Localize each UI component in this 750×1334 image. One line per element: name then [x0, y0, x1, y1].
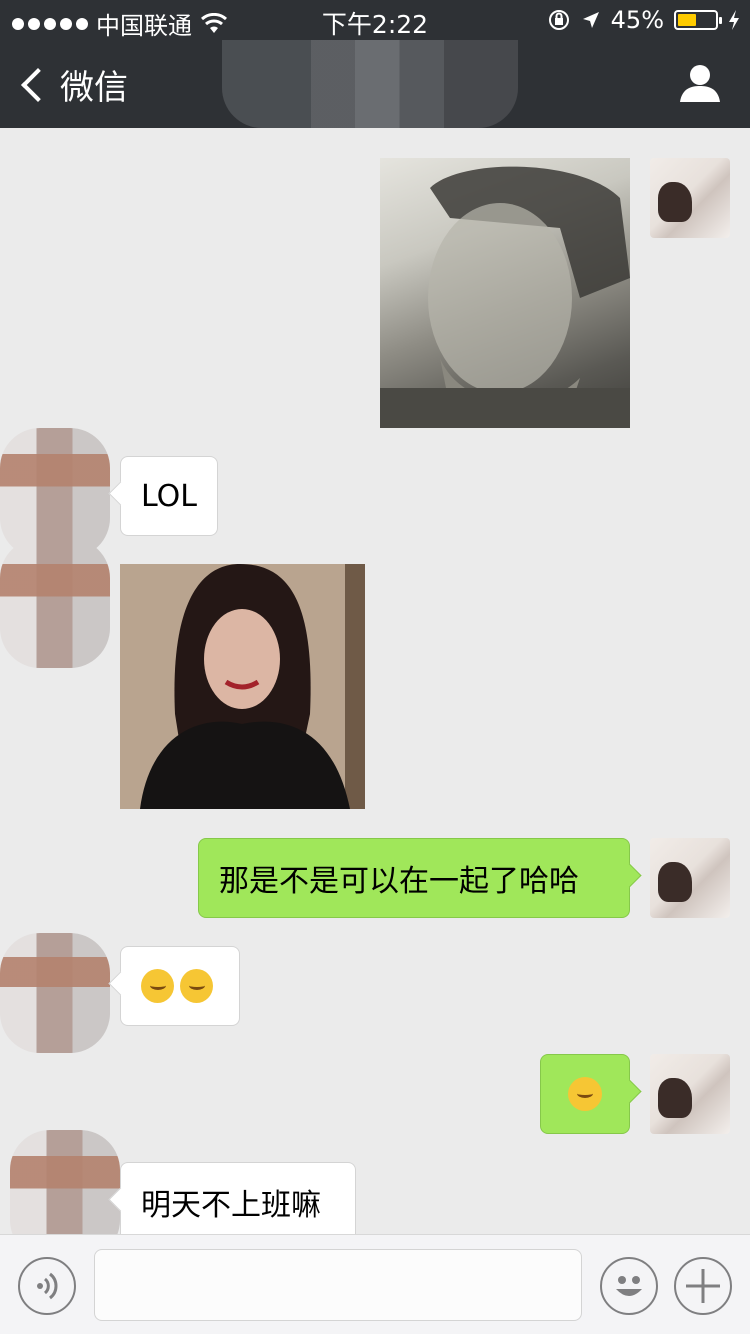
chat-profile-icon[interactable] [678, 64, 722, 104]
chat-message-list[interactable]: LOL 那是不是可以在一起了哈哈 明天不上班嘛 [0, 128, 750, 1234]
incoming-text-bubble[interactable]: LOL [120, 456, 218, 536]
navigation-bar: 微信 [0, 40, 750, 128]
contact-avatar[interactable] [0, 538, 110, 668]
thinking-face-icon [180, 969, 213, 1003]
thinking-face-icon [141, 969, 174, 1003]
charging-bolt-icon [729, 10, 739, 30]
orientation-lock-icon [548, 10, 569, 30]
message-image[interactable] [120, 564, 365, 809]
chat-input-bar [0, 1234, 750, 1334]
photo-icon [120, 564, 365, 809]
my-avatar[interactable] [650, 838, 730, 918]
chat-title-redacted [222, 40, 518, 128]
top-bar: 中国联通 下午2:22 45% 微信 [0, 0, 750, 128]
contact-avatar[interactable] [10, 1130, 120, 1234]
hugging-face-icon [568, 1077, 602, 1111]
my-avatar[interactable] [650, 1054, 730, 1134]
status-bar: 中国联通 下午2:22 45% [0, 0, 750, 40]
incoming-emoji-bubble[interactable] [120, 946, 240, 1026]
message-input[interactable] [94, 1249, 582, 1321]
message-image[interactable] [380, 158, 630, 428]
outgoing-text-bubble[interactable]: 那是不是可以在一起了哈哈 [198, 838, 630, 918]
my-avatar[interactable] [650, 158, 730, 238]
back-button[interactable]: 微信 [18, 60, 128, 109]
contact-avatar[interactable] [0, 933, 110, 1053]
emoji-button[interactable] [600, 1257, 658, 1315]
battery-percent: 45% [610, 6, 664, 34]
photo-icon [380, 166, 630, 428]
incoming-text-bubble[interactable]: 明天不上班嘛 [120, 1162, 356, 1234]
back-label: 微信 [60, 68, 128, 108]
message-text: 那是不是可以在一起了哈哈 [219, 864, 579, 899]
plus-icon [686, 1269, 720, 1303]
chevron-left-icon [21, 67, 55, 102]
voice-icon [37, 1272, 58, 1300]
location-arrow-icon [582, 12, 599, 28]
voice-input-button[interactable] [18, 1257, 76, 1315]
battery-icon [674, 10, 722, 30]
outgoing-emoji-bubble[interactable] [540, 1054, 630, 1134]
message-text: 明天不上班嘛 [141, 1188, 321, 1223]
smiley-icon [616, 1276, 642, 1296]
message-text: LOL [141, 478, 197, 514]
more-options-button[interactable] [674, 1257, 732, 1315]
